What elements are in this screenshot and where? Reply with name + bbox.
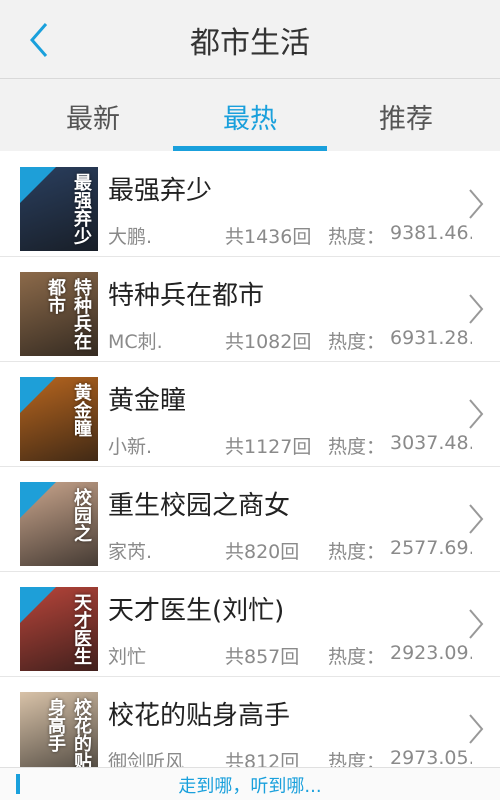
cover-text: 校园之 xyxy=(71,488,92,542)
cover-text: 天才医生 xyxy=(71,593,92,665)
heat-value: 9381.46... xyxy=(390,222,472,244)
chevron-right-icon xyxy=(469,294,484,324)
tab-newest[interactable]: 最新 xyxy=(10,79,176,151)
list-item[interactable]: 校花的贴身高手 校花的贴身高手 御剑听风 共812回 热度： 2973.05..… xyxy=(0,677,500,772)
chevron-right-icon xyxy=(469,609,484,639)
list-item[interactable]: 黄金瞳 黄金瞳 小新. 共1127回 热度： 3037.48... xyxy=(0,362,500,467)
book-cover: 最强弃少 xyxy=(20,167,98,251)
book-author: MC刺. xyxy=(108,331,163,353)
book-title: 重生校园之商女 xyxy=(108,491,291,521)
heat-label: 热度： xyxy=(328,646,386,668)
book-author: 家芮. xyxy=(108,541,153,563)
heat-value: 2923.09... xyxy=(390,642,472,664)
book-title: 天才医生(刘忙) xyxy=(108,596,285,626)
book-cover: 黄金瞳 xyxy=(20,377,98,461)
chevron-right-icon xyxy=(469,399,484,429)
cover-text: 校花的贴身高手 xyxy=(45,698,92,770)
heat-value: 3037.48... xyxy=(390,432,472,454)
chevron-right-icon xyxy=(469,714,484,744)
tab-hottest[interactable]: 最热 xyxy=(167,79,333,151)
completed-badge xyxy=(20,167,56,203)
book-author: 刘忙 xyxy=(108,646,147,668)
book-cover: 校花的贴身高手 xyxy=(20,692,98,772)
chapter-count: 共1127回 xyxy=(225,436,312,458)
page-title: 都市生活 xyxy=(190,26,310,61)
tab-recommended[interactable]: 推荐 xyxy=(323,79,489,151)
book-title: 最强弃少 xyxy=(108,176,213,206)
heat-label: 热度： xyxy=(328,331,386,353)
list-item[interactable]: 最强弃少 最强弃少 大鹏. 共1436回 热度： 9381.46... xyxy=(0,152,500,257)
chevron-right-icon xyxy=(469,189,484,219)
heat-value: 6931.28... xyxy=(390,327,472,349)
completed-badge xyxy=(20,587,56,623)
list-item[interactable]: 校园之 重生校园之商女 家芮. 共820回 热度： 2577.69... xyxy=(0,467,500,572)
chapter-count: 共820回 xyxy=(225,541,300,563)
active-tab-indicator xyxy=(173,146,327,151)
book-author: 小新. xyxy=(108,436,153,458)
book-cover: 天才医生 xyxy=(20,587,98,671)
app-header: 都市生活 xyxy=(0,0,500,79)
heat-label: 热度： xyxy=(328,226,386,248)
book-cover: 校园之 xyxy=(20,482,98,566)
heat-value: 2973.05... xyxy=(390,747,472,769)
heat-label: 热度： xyxy=(328,541,386,563)
completed-badge xyxy=(20,482,56,518)
book-title: 黄金瞳 xyxy=(108,386,187,416)
player-slogan: 走到哪，听到哪... xyxy=(178,776,322,797)
chapter-count: 共1436回 xyxy=(225,226,312,248)
list-item[interactable]: 特种兵在都市 特种兵在都市 MC刺. 共1082回 热度： 6931.28... xyxy=(0,257,500,362)
list-item[interactable]: 天才医生 天才医生(刘忙) 刘忙 共857回 热度： 2923.09... xyxy=(0,572,500,677)
tab-bar: 最新 最热 推荐 xyxy=(0,79,500,151)
chevron-right-icon xyxy=(469,504,484,534)
cover-text: 黄金瞳 xyxy=(71,383,92,437)
heat-label: 热度： xyxy=(328,436,386,458)
chapter-count: 共1082回 xyxy=(225,331,312,353)
book-title: 校花的贴身高手 xyxy=(108,701,291,731)
heat-value: 2577.69... xyxy=(390,537,472,559)
book-cover: 特种兵在都市 xyxy=(20,272,98,356)
cover-text: 特种兵在都市 xyxy=(45,278,92,350)
book-title: 特种兵在都市 xyxy=(108,281,265,311)
book-list: 最强弃少 最强弃少 大鹏. 共1436回 热度： 9381.46... 特种兵在… xyxy=(0,152,500,772)
player-bar[interactable]: 走到哪，听到哪... xyxy=(0,767,500,800)
completed-badge xyxy=(20,377,56,413)
chapter-count: 共857回 xyxy=(225,646,300,668)
cover-text: 最强弃少 xyxy=(71,173,92,245)
book-author: 大鹏. xyxy=(108,226,153,248)
